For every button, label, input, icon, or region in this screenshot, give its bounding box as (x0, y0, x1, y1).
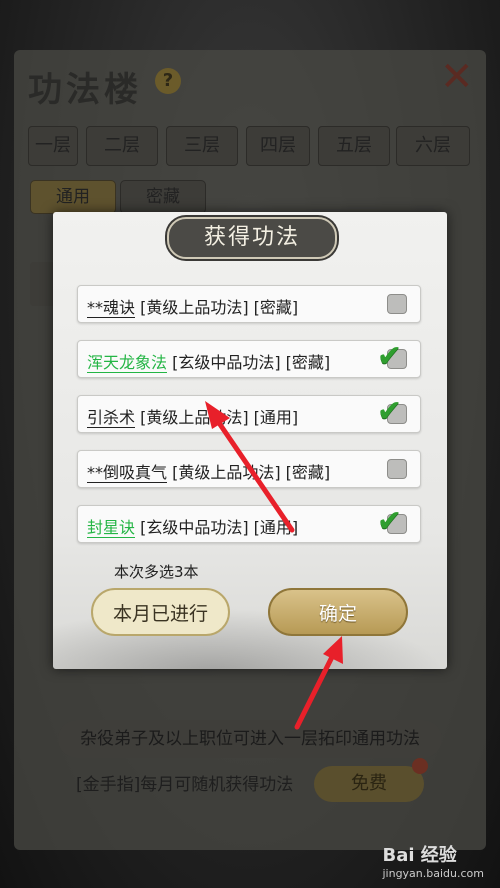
baidu-watermark: Bai 经验 jingyan.baidu.com (382, 841, 484, 880)
red-arrow-icon (205, 401, 295, 533)
watermark-brand: Bai 经验 (382, 845, 457, 866)
red-arrow-icon (294, 636, 343, 730)
annotation-arrows (205, 401, 343, 730)
watermark-url: jingyan.baidu.com (382, 867, 484, 880)
